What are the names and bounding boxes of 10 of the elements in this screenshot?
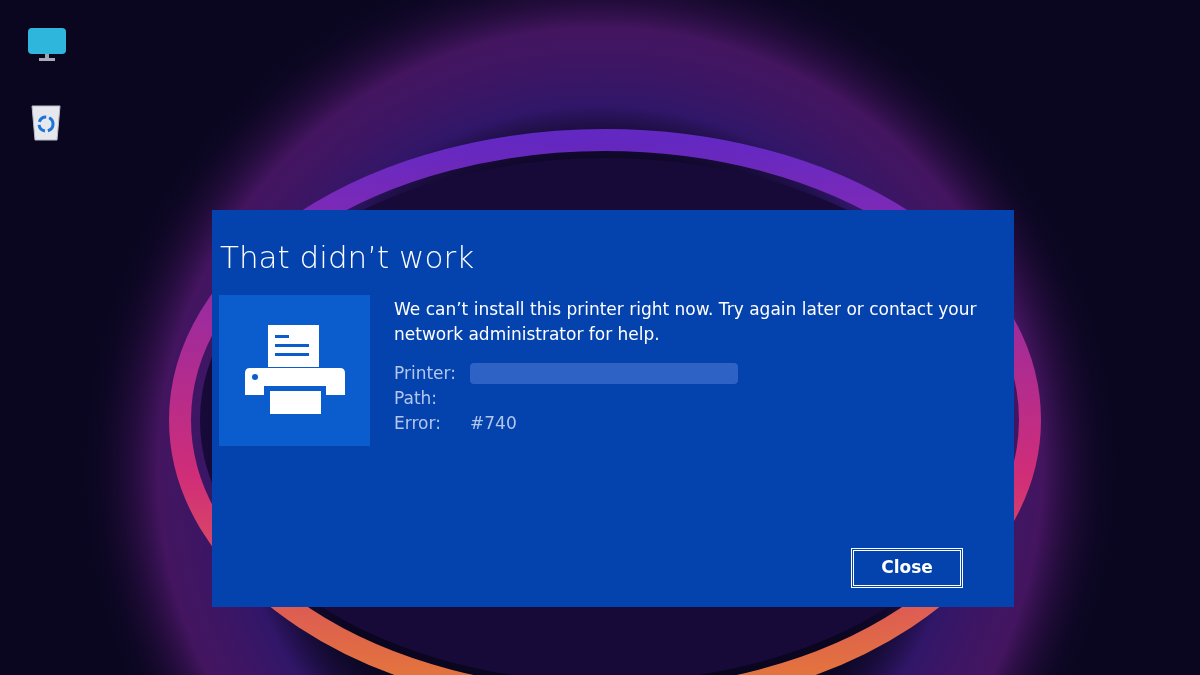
computer-icon[interactable] (28, 28, 66, 62)
detail-label: Error: (394, 411, 442, 435)
recycle-bin-icon[interactable] (31, 103, 61, 141)
detail-label: Path: (394, 386, 439, 410)
printer-icon (243, 325, 346, 416)
close-button[interactable]: Close (851, 548, 963, 588)
error-message: We can’t install this printer right now. Try again later or contact your network administrator for help. (394, 297, 978, 346)
detail-value: #740 (470, 411, 517, 435)
detail-label: Printer: (394, 361, 457, 385)
dialog-title: That didn’t work (220, 238, 476, 277)
